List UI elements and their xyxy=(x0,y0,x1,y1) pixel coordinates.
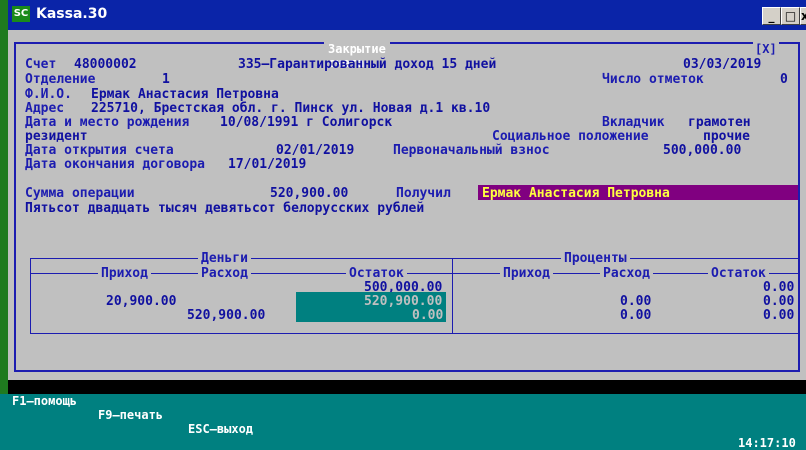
depositor-label: Вкладчик xyxy=(602,115,665,130)
end-date-label: Дата окончания договора xyxy=(25,157,206,172)
account-product: 335–Гарантированный доход 15 дней xyxy=(238,57,497,72)
account-label: Счет xyxy=(25,57,57,72)
minimize-button[interactable]: _ xyxy=(762,7,781,25)
address-label: Адрес xyxy=(25,101,65,116)
window-title: Kassa.30 xyxy=(36,6,108,22)
fio-label: Ф.И.О. xyxy=(25,87,72,102)
help-hint: F1–помощь xyxy=(12,394,78,408)
interest-row3-rest: 0.00 xyxy=(763,308,795,323)
end-date-value: 17/01/2019 xyxy=(228,157,307,172)
birth-value: 10/08/1991 г Солигорск xyxy=(220,115,393,130)
status-bar: F1–помощь F9–печать ESC–выход 14:17:10 xyxy=(8,380,806,450)
receiver-label: Получил xyxy=(396,186,451,201)
maximize-button[interactable]: □ xyxy=(781,7,800,25)
interest-row3-out: 0.00 xyxy=(620,308,652,323)
table-frame-left xyxy=(30,258,31,334)
app-icon: SC xyxy=(12,6,30,22)
money-row3-rest: 0.00 xyxy=(412,308,444,323)
interest-row2-out: 0.00 xyxy=(620,294,652,309)
depositor-value: грамотен xyxy=(688,115,751,130)
marks-label: Число отметок xyxy=(602,72,704,87)
operation-sum-label: Сумма операции xyxy=(25,186,135,201)
account-date: 03/03/2019 xyxy=(683,57,762,72)
open-date-value: 02/01/2019 xyxy=(276,143,355,158)
table-divider xyxy=(452,258,453,334)
clock: 14:17:10 xyxy=(738,436,796,450)
window-frame-left xyxy=(0,0,8,394)
money-row2-rest: 520,900.00 xyxy=(364,294,443,309)
interest-col-out: Расход xyxy=(600,266,653,281)
branch-label: Отделение xyxy=(25,72,96,87)
money-col-in: Приход xyxy=(98,266,151,281)
dialog-frame-top xyxy=(14,42,800,44)
receiver-value: Ермак Анастасия Петровна xyxy=(482,186,670,201)
table-frame-top xyxy=(30,258,800,259)
money-row2-in: 20,900.00 xyxy=(106,294,177,309)
open-date-label: Дата открытия счета xyxy=(25,143,174,158)
money-title: Деньги xyxy=(198,251,251,266)
dialog-frame-bottom xyxy=(14,370,800,372)
close-window-button[interactable]: x xyxy=(800,7,806,25)
money-row3-out: 520,900.00 xyxy=(187,308,266,323)
marks-value: 0 xyxy=(780,72,788,87)
birth-label: Дата и место рождения xyxy=(25,115,190,130)
interest-col-rest: Остаток xyxy=(708,266,769,281)
exit-hint: ESC–выход xyxy=(188,422,254,436)
money-col-rest: Остаток xyxy=(346,266,407,281)
interest-row2-rest: 0.00 xyxy=(763,294,795,309)
money-col-out: Расход xyxy=(198,266,251,281)
account-number: 48000002 xyxy=(74,57,137,72)
branch-value: 1 xyxy=(162,72,170,87)
social-value: прочие xyxy=(703,129,750,144)
resident-status: резидент xyxy=(25,129,88,144)
print-hint: F9–печать xyxy=(98,408,164,422)
dos-console: Закрытие счета [X] Счет 48000002 335–Гар… xyxy=(8,30,806,380)
dialog-frame-left xyxy=(14,42,16,372)
dialog-frame-right xyxy=(798,42,800,372)
social-label: Социальное положение xyxy=(492,129,649,144)
table-frame-bottom xyxy=(30,333,800,334)
fio-value: Ермак Анастасия Петровна xyxy=(91,87,279,102)
amount-in-words: Пятьсот двадцать тысяч девятьсот белорус… xyxy=(25,201,425,216)
interest-row1-rest: 0.00 xyxy=(763,280,795,295)
dialog-close-button[interactable]: [X] xyxy=(753,42,779,56)
initial-deposit-label: Первоначальный взнос xyxy=(393,143,550,158)
interest-col-in: Приход xyxy=(500,266,553,281)
initial-deposit-value: 500,000.00 xyxy=(663,143,742,158)
operation-sum-value: 520,900.00 xyxy=(270,186,349,201)
address-value: 225710, Брестская обл. г. Пинск ул. Нова… xyxy=(91,101,491,116)
title-bar: SC Kassa.30 _ □ x xyxy=(8,0,806,30)
interest-title: Проценты xyxy=(561,251,630,266)
